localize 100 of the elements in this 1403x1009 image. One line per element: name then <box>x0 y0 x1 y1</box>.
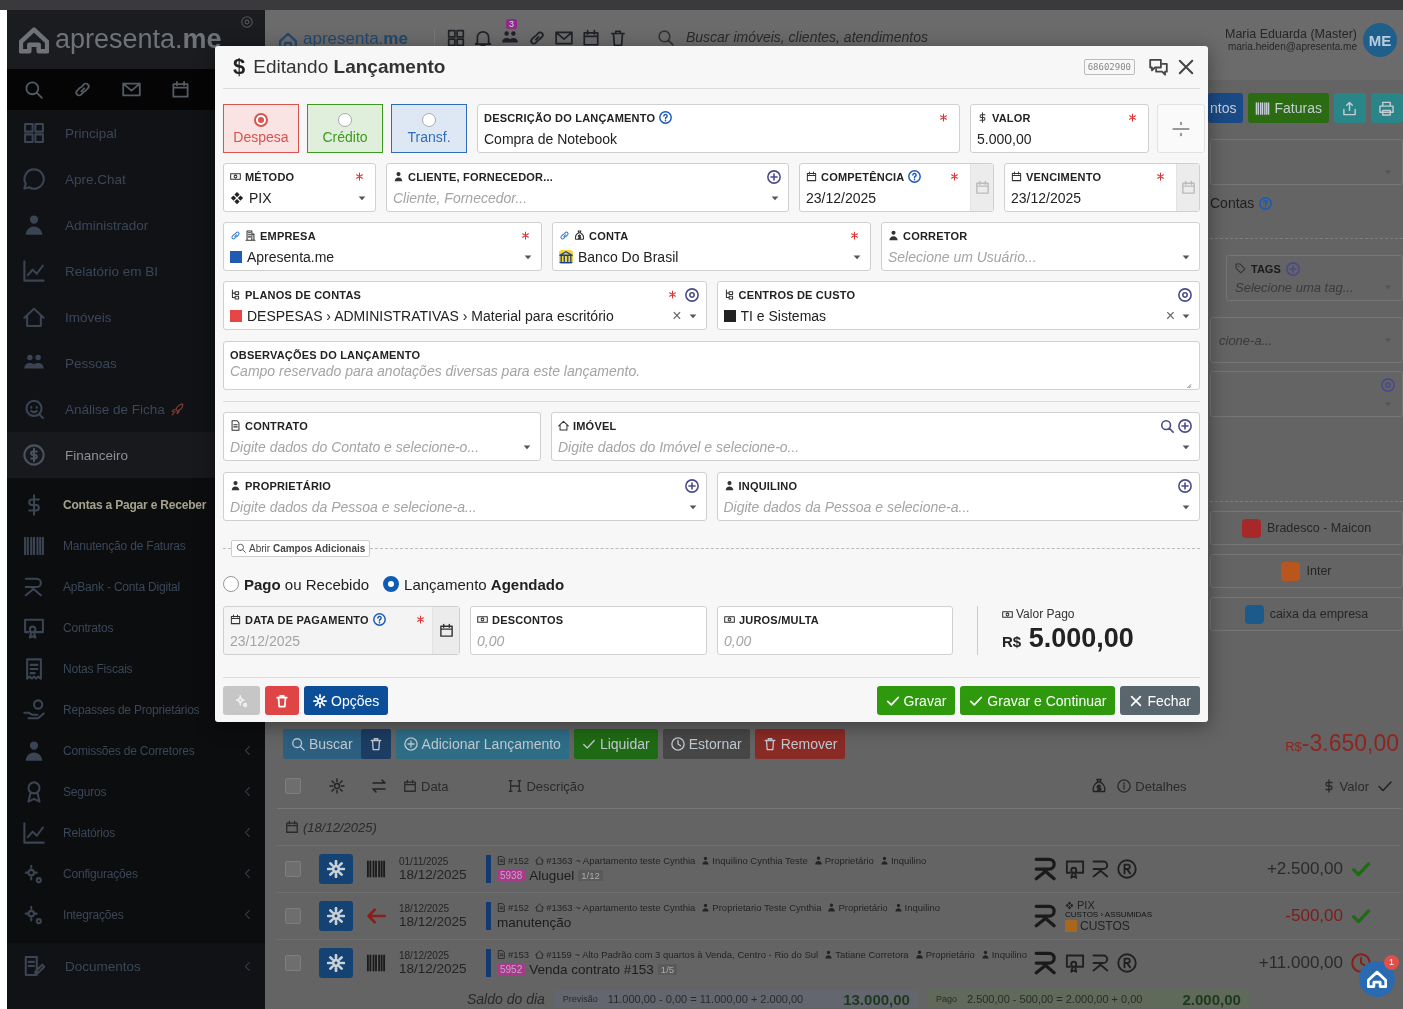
select-field[interactable]: PROPRIETÁRIO Digite dados da Pessoa e selecione-a... <box>223 472 707 521</box>
submenu-item[interactable]: Comissões de Corretores <box>7 730 265 771</box>
invoices-button[interactable]: Faturas <box>1248 93 1329 123</box>
search-field[interactable]: Buscar imóveis, clientes, atendimentos <box>679 29 1022 45</box>
print-button[interactable] <box>1370 93 1403 123</box>
search-icon[interactable] <box>1160 418 1174 433</box>
delete-button[interactable] <box>265 686 299 715</box>
type-option[interactable]: Crédito <box>307 104 383 153</box>
select-all-checkbox[interactable] <box>285 778 301 794</box>
entry-reference[interactable]: Inquilino <box>893 902 940 913</box>
calendar-icon[interactable] <box>581 29 600 47</box>
select-field[interactable]: CONTRATO Digite dados do Contato e selecione-o... <box>223 412 541 461</box>
status-option[interactable]: Pago ou Recebido <box>223 575 370 593</box>
column-header[interactable]: Valor <box>1321 778 1369 794</box>
clear-button[interactable]: × <box>672 307 682 325</box>
save-button[interactable]: Gravar e Continuar <box>960 686 1116 715</box>
date-field[interactable]: VENCIMENTO 23/12/2025 <box>1004 163 1200 212</box>
entry-reference[interactable]: #152 <box>497 855 530 866</box>
type-option[interactable]: Despesa <box>223 104 299 153</box>
search-button[interactable]: Buscar <box>283 728 361 759</box>
swap-icon[interactable] <box>371 778 387 794</box>
row-settings-button[interactable] <box>319 948 353 978</box>
entry-reference[interactable]: Proprietário <box>827 902 888 913</box>
select-field[interactable] <box>1210 371 1403 417</box>
mail-icon[interactable] <box>554 29 573 47</box>
select-field[interactable] <box>1210 139 1403 185</box>
notes-field[interactable]: OBSERVAÇÕES DO LANÇAMENTO Campo reservado para anotações diversas para este lançamento. <box>223 341 1200 390</box>
select-field[interactable]: CONTA Banco Do Brasil <box>552 222 871 271</box>
select-field[interactable]: MÉTODO PIX <box>223 163 376 212</box>
submenu-item[interactable]: Seguros <box>7 771 265 812</box>
account-button[interactable]: Bradesco - Maicon <box>1210 511 1403 545</box>
submenu-item[interactable]: Repasses de Proprietários <box>7 689 265 730</box>
radio[interactable] <box>422 112 436 127</box>
column-header[interactable]: Descrição <box>508 778 585 794</box>
pin-icon[interactable] <box>241 16 253 28</box>
select-field[interactable]: EMPRESA Apresenta.me <box>223 222 542 271</box>
type-option[interactable]: Transf. <box>391 104 467 153</box>
row-checkbox[interactable] <box>285 861 301 877</box>
select-field[interactable]: CORRETOR Selecione um Usuário... <box>881 222 1200 271</box>
app-logo[interactable]: apresenta.me <box>303 29 408 49</box>
plus-icon[interactable] <box>1178 418 1192 433</box>
entry-reference[interactable]: Inquilino Cynthia Teste <box>701 855 808 866</box>
link-icon[interactable] <box>527 29 546 47</box>
plus-icon[interactable] <box>767 169 781 184</box>
row-settings-button[interactable] <box>319 854 353 884</box>
submenu-item[interactable]: Configurações <box>7 853 265 894</box>
entry-reference[interactable]: Inquilino <box>879 855 927 866</box>
remove-button[interactable]: Remover <box>754 728 846 759</box>
grid-icon[interactable] <box>446 29 465 47</box>
reverse-button[interactable]: Estornar <box>662 728 750 759</box>
menu-item[interactable]: Documentos <box>7 943 265 989</box>
column-header[interactable]: Data <box>403 778 449 794</box>
date-field[interactable]: COMPETÊNCIA 23/12/2025 <box>799 163 994 212</box>
account-button[interactable]: caixa da empresa <box>1210 597 1403 631</box>
export-button[interactable] <box>1333 93 1366 123</box>
status-option[interactable]: Lançamento Agendado <box>383 575 565 593</box>
text-field[interactable]: DESCRIÇÃO DO LANÇAMENTO Compra de Notebook <box>477 104 960 153</box>
select-field[interactable]: CENTROS DE CUSTO TI e Sistemas × <box>716 281 1200 330</box>
entries-button[interactable]: ntos <box>1208 93 1244 123</box>
gear-icon[interactable] <box>329 778 345 794</box>
save-button[interactable]: Gravar <box>876 686 956 715</box>
row-checkbox[interactable] <box>285 955 301 971</box>
settle-button[interactable]: Liquidar <box>573 728 658 759</box>
bell-icon[interactable] <box>473 29 492 47</box>
options-button[interactable]: Opções <box>304 686 389 715</box>
row-checkbox[interactable] <box>285 908 301 924</box>
entry-reference[interactable]: #1363 ~ Apartamento teste Cynthia <box>535 902 696 913</box>
add-entry-button[interactable]: Adicionar Lançamento <box>395 728 569 759</box>
plus-icon[interactable] <box>1178 478 1192 493</box>
entry-reference[interactable]: #152 <box>497 902 530 913</box>
submenu-item[interactable]: Integrações <box>7 894 265 935</box>
entry-reference[interactable]: Inquilino <box>980 949 1028 960</box>
select-field[interactable]: IMÓVEL Digite dados do Imóvel e selecione-o... <box>551 412 1200 461</box>
entry-reference[interactable]: Proprietario Teste Cynthia <box>701 902 822 913</box>
close-button[interactable]: Fechar <box>1120 686 1200 715</box>
plus-icon[interactable] <box>684 478 699 493</box>
user-avatar[interactable]: ME <box>1363 23 1397 57</box>
submenu-item[interactable]: Relatórios <box>7 812 265 853</box>
entry-reference[interactable]: Proprietário <box>813 855 874 866</box>
text-field[interactable]: JUROS/MULTA 0,00 <box>717 606 953 655</box>
radio[interactable] <box>383 576 400 592</box>
trash-icon[interactable] <box>608 29 627 47</box>
column-header[interactable]: Detalhes <box>1117 778 1187 794</box>
entry-reference[interactable]: Tatiane Corretora <box>824 949 909 960</box>
radio[interactable] <box>338 112 352 127</box>
clear-button[interactable]: × <box>1165 307 1175 325</box>
text-field[interactable]: DESCONTOS 0,00 <box>470 606 707 655</box>
select-field[interactable]: CLIENTE, FORNECEDOR... Cliente, Fornecedor... <box>386 163 789 212</box>
entry-reference[interactable]: #153 <box>497 949 530 960</box>
delete-button[interactable] <box>360 728 391 759</box>
select-field[interactable]: PLANOS DE CONTAS DESPESAS › ADMINISTRATIVAS › Material para escritório × <box>223 281 707 330</box>
text-field[interactable]: VALOR 5.000,00 <box>970 104 1149 153</box>
radio[interactable] <box>223 576 239 592</box>
entry-reference[interactable]: Proprietário <box>914 949 975 960</box>
radio[interactable] <box>254 112 268 127</box>
select-field[interactable]: INQUILINO Digite dados da Pessoa e selecione-a... <box>716 472 1200 521</box>
chat-icon[interactable] <box>1149 57 1168 77</box>
row-settings-button[interactable] <box>319 901 353 931</box>
additional-fields-button[interactable]: Abrir Campos Adicionais <box>231 539 371 557</box>
entry-reference[interactable]: #1363 ~ Apartamento teste Cynthia <box>535 855 696 866</box>
